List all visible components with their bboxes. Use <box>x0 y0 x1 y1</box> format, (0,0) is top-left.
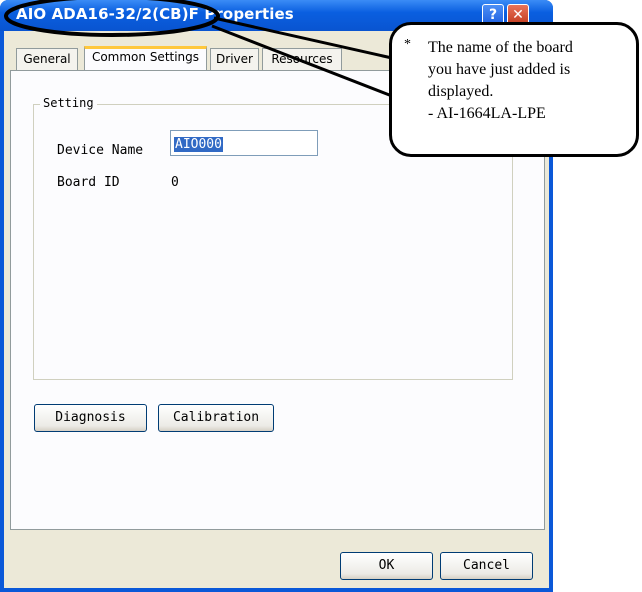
callout-text: The name of the board you have just adde… <box>428 37 633 125</box>
device-name-value: AIO000 <box>174 137 223 152</box>
callout-line: displayed. <box>428 83 494 100</box>
tab-general[interactable]: General <box>16 48 78 70</box>
device-name-label: Device Name <box>57 143 144 158</box>
window-title: AIO ADA16-32/2(CB)F Properties <box>16 5 294 23</box>
tab-driver[interactable]: Driver <box>210 48 259 70</box>
setting-group-label: Setting <box>40 96 97 110</box>
tab-common-settings[interactable]: Common Settings <box>84 46 207 70</box>
board-id-value: 0 <box>171 175 179 190</box>
callout-line: - AI-1664LA-LPE <box>428 105 546 122</box>
cancel-button[interactable]: Cancel <box>440 552 533 580</box>
callout-line: you have just added is <box>428 61 571 78</box>
device-name-input[interactable]: AIO000 <box>170 130 318 156</box>
callout-box: * The name of the board you have just ad… <box>389 22 639 157</box>
tab-resources[interactable]: Resources <box>262 48 342 70</box>
callout-marker: * <box>404 37 411 52</box>
ok-button[interactable]: OK <box>340 552 433 580</box>
calibration-button[interactable]: Calibration <box>158 404 274 432</box>
board-id-label: Board ID <box>57 175 120 190</box>
callout-line: The name of the board <box>428 39 573 56</box>
diagnosis-button[interactable]: Diagnosis <box>34 404 147 432</box>
